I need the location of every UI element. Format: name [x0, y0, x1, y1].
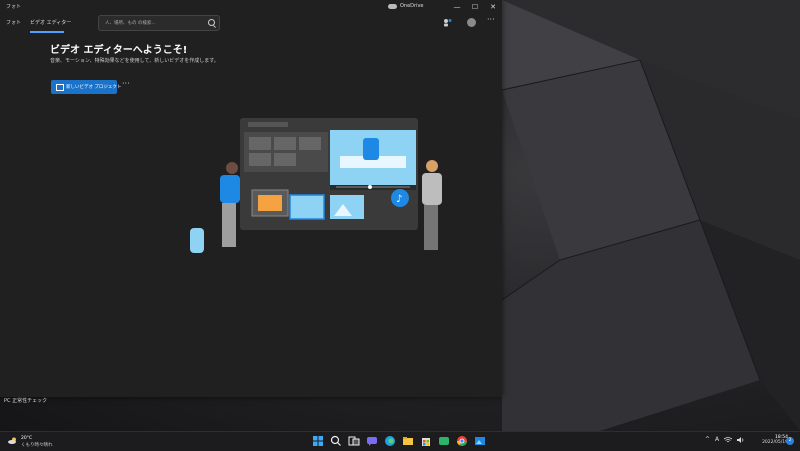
photos-window: フォト OneDrive — ☐ ✕ フォト ビデオ エディター 人、場所、もの…: [0, 0, 502, 397]
people-icon[interactable]: [443, 18, 452, 27]
weather-icon: [8, 437, 16, 444]
weather-desc: くもり時々晴れ: [21, 443, 53, 448]
search-input[interactable]: 人、場所、もの の検索...: [105, 20, 156, 26]
new-video-project-label: 新しいビデオ プロジェクト: [66, 85, 122, 90]
app-green-icon[interactable]: [438, 435, 450, 447]
search-box[interactable]: 人、場所、もの の検索...: [98, 15, 220, 31]
avatar-icon[interactable]: [467, 18, 476, 27]
speaker-icon[interactable]: [737, 436, 745, 443]
task-view-icon[interactable]: [348, 435, 360, 447]
ime-indicator[interactable]: A: [715, 436, 719, 443]
cloud-icon: [388, 3, 397, 9]
taskbar-apps: [312, 435, 486, 447]
desktop-shortcut-label[interactable]: PC 正常性チェック: [4, 397, 47, 404]
tab-video-editor[interactable]: ビデオ エディター: [30, 19, 71, 26]
app-title: フォト: [6, 4, 22, 10]
clock-date: 2022/05/19: [762, 440, 788, 445]
svg-text:♪: ♪: [396, 194, 402, 205]
edge-icon[interactable]: [384, 435, 396, 447]
close-button[interactable]: ✕: [488, 2, 498, 12]
search-icon[interactable]: [208, 19, 215, 26]
page-title: ビデオ エディターへようこそ!: [50, 45, 188, 56]
weather-widget[interactable]: 20°C くもり時々晴れ: [8, 435, 58, 449]
windows-start-icon[interactable]: [312, 435, 324, 447]
maximize-button[interactable]: ☐: [470, 2, 480, 12]
taskbar: 20°C くもり時々晴れ ^ A 18:54 2022/05/19 2: [0, 431, 800, 451]
clock[interactable]: 18:54 2022/05/19: [758, 435, 788, 445]
file-explorer-icon[interactable]: [402, 435, 414, 447]
notification-badge[interactable]: 2: [786, 437, 794, 445]
title-bar[interactable]: フォト OneDrive — ☐ ✕: [0, 0, 502, 14]
weather-temp: 20°C: [21, 436, 33, 441]
new-video-project-button[interactable]: 新しいビデオ プロジェクト: [51, 80, 121, 94]
taskbar-search-icon[interactable]: [330, 435, 342, 447]
onedrive-label: OneDrive: [400, 3, 424, 9]
film-icon: [56, 84, 64, 91]
video-editor-illustration: ♪: [190, 118, 442, 253]
minimize-button[interactable]: —: [452, 2, 462, 12]
tab-photos[interactable]: フォト: [6, 19, 21, 26]
system-tray: ^ A: [705, 436, 745, 443]
chrome-icon[interactable]: [456, 435, 468, 447]
project-more-button[interactable]: ···: [122, 79, 130, 88]
onedrive-status[interactable]: OneDrive: [388, 3, 424, 9]
store-icon[interactable]: [420, 435, 432, 447]
wifi-icon[interactable]: [724, 436, 733, 443]
active-tab-indicator: [30, 31, 64, 33]
photos-app-icon[interactable]: [474, 435, 486, 447]
more-options-button[interactable]: ···: [487, 15, 495, 24]
page-subtitle: 音楽、モーション、特殊効果などを使用して、新しいビデオを作成します。: [50, 58, 219, 64]
chevron-up-icon[interactable]: ^: [705, 436, 710, 443]
chat-icon[interactable]: [366, 435, 378, 447]
